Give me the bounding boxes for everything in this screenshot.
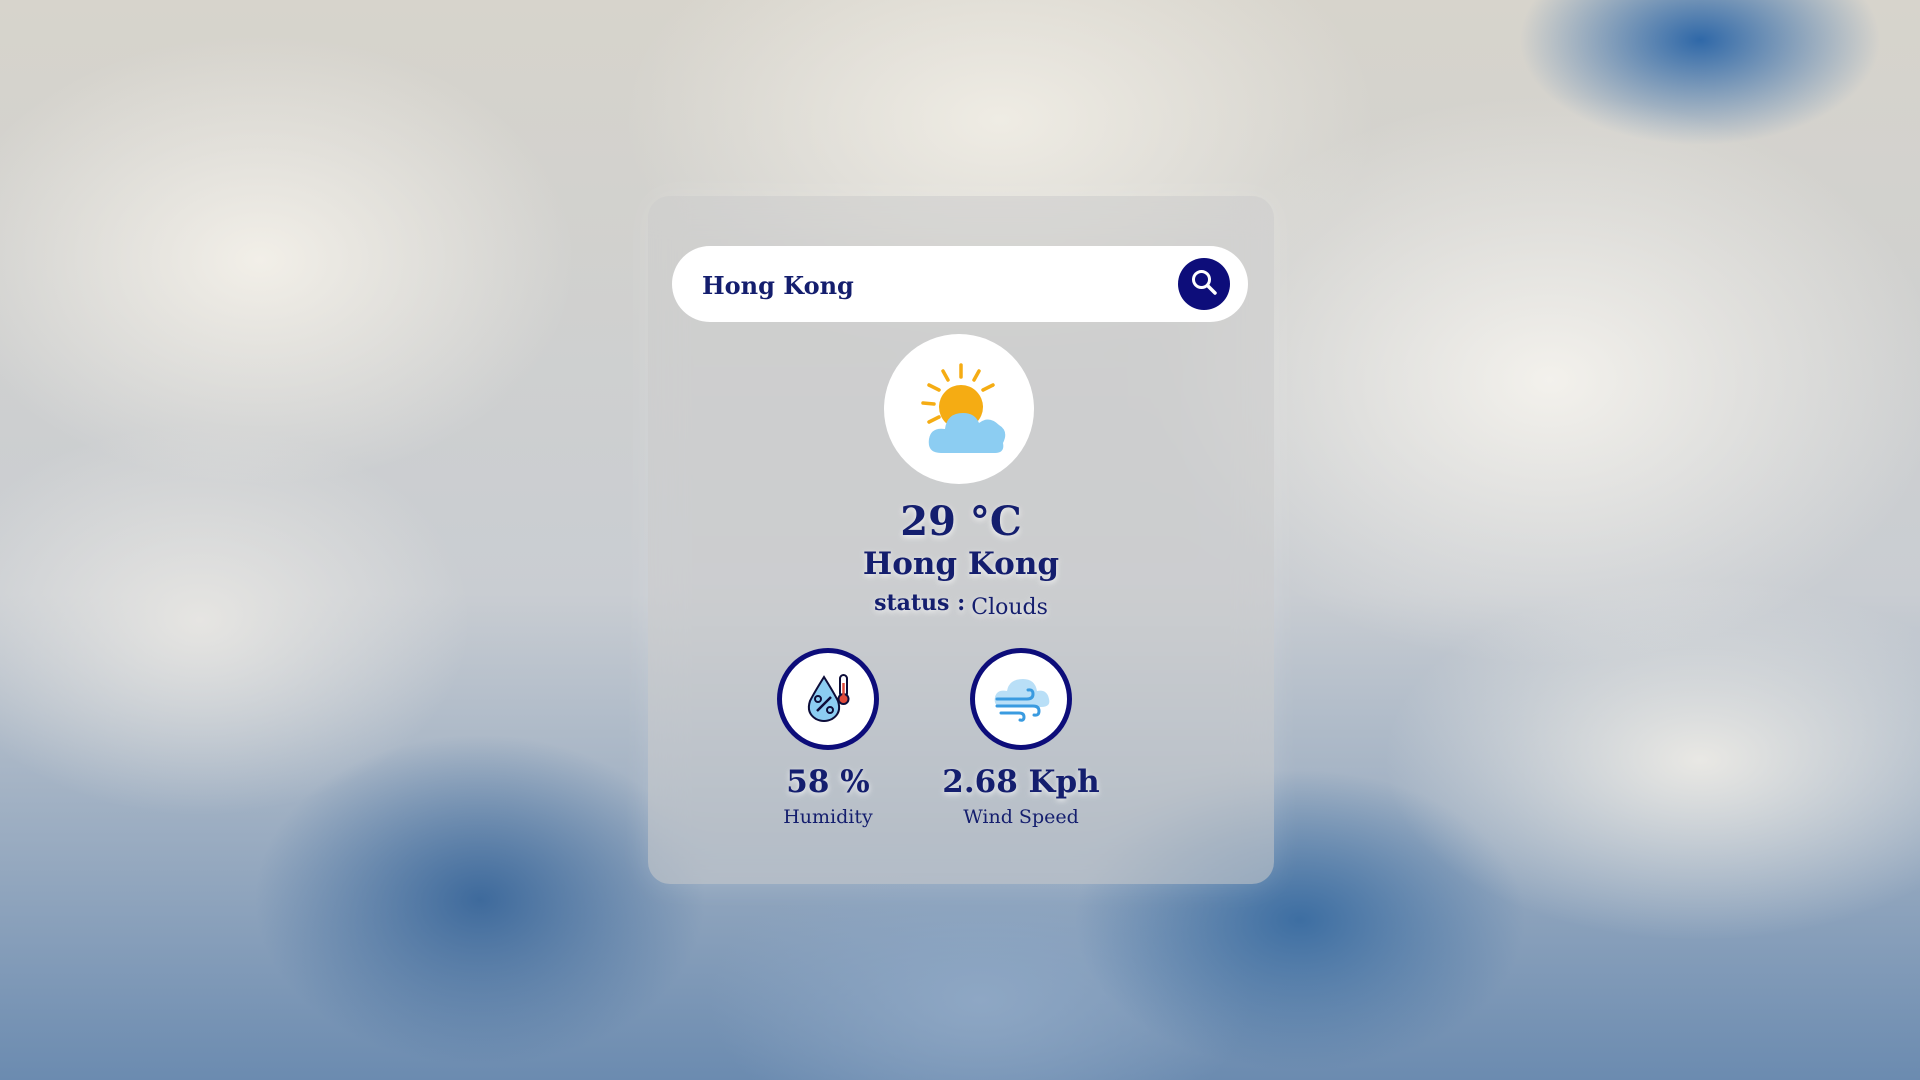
humidity-value: 58 % (786, 764, 870, 800)
status-value: Clouds (971, 595, 1048, 620)
wind-stat: 2.68 Kph Wind Speed (931, 648, 1111, 828)
weather-card: 29 °C Hong Kong status : Clouds 58 % Hum… (648, 196, 1274, 884)
wind-value: 2.68 Kph (942, 764, 1100, 800)
status-label: status : (874, 590, 966, 616)
city-name: Hong Kong (862, 546, 1060, 582)
search-bar (672, 246, 1248, 322)
weather-icon-container (884, 334, 1034, 484)
humidity-icon (800, 669, 856, 729)
search-icon (1190, 268, 1218, 300)
status-row: status : Clouds (648, 590, 1274, 620)
city-search-input[interactable] (700, 260, 1144, 310)
search-button[interactable] (1178, 258, 1230, 310)
partly-cloudy-icon (899, 347, 1019, 471)
wind-label: Wind Speed (963, 806, 1079, 828)
humidity-label: Humidity (783, 806, 873, 828)
humidity-icon-container (777, 648, 879, 750)
humidity-stat: 58 % Humidity (738, 648, 918, 828)
wind-icon (989, 669, 1053, 729)
wind-icon-container (970, 648, 1072, 750)
temperature: 29 °C (900, 498, 1022, 545)
